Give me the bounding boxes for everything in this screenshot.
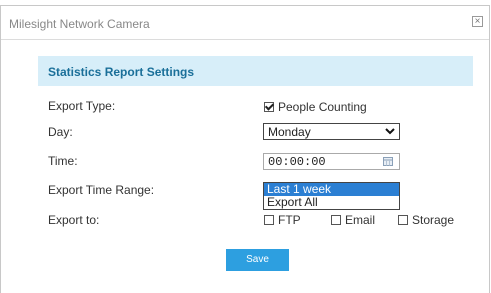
- email-checkbox[interactable]: [331, 215, 341, 225]
- export-time-range-listbox[interactable]: Last 1 week Export All: [263, 182, 400, 210]
- people-counting-option[interactable]: People Counting: [264, 100, 367, 114]
- day-value: Monday: [268, 125, 311, 139]
- export-email-option[interactable]: Email: [331, 213, 375, 227]
- export-ftp-option[interactable]: FTP: [264, 213, 301, 227]
- save-button[interactable]: Save: [226, 249, 289, 271]
- export-to-label: Export to:: [48, 213, 100, 227]
- window-title: Milesight Network Camera: [9, 17, 150, 31]
- calendar-icon[interactable]: [383, 157, 393, 166]
- section-title: Statistics Report Settings: [48, 65, 195, 79]
- day-select[interactable]: Monday: [263, 123, 400, 140]
- people-counting-checkbox[interactable]: [264, 102, 274, 112]
- section-header: Statistics Report Settings: [38, 56, 473, 86]
- export-time-range-label: Export Time Range:: [48, 183, 155, 197]
- ftp-checkbox[interactable]: [264, 215, 274, 225]
- storage-checkbox[interactable]: [398, 215, 408, 225]
- day-label: Day:: [48, 125, 73, 139]
- close-button[interactable]: ×: [472, 16, 483, 27]
- email-label: Email: [345, 213, 376, 227]
- title-bar: Milesight Network Camera ×: [1, 6, 489, 40]
- listbox-option-export-all[interactable]: Export All: [264, 196, 399, 209]
- storage-label: Storage: [412, 213, 455, 227]
- export-storage-option[interactable]: Storage: [398, 213, 454, 227]
- time-label: Time:: [48, 154, 78, 168]
- dialog: Milesight Network Camera × Statistics Re…: [0, 5, 490, 293]
- time-value: 00:00:00: [268, 155, 326, 169]
- time-input[interactable]: 00:00:00: [263, 153, 400, 170]
- export-type-label: Export Type:: [48, 99, 116, 113]
- people-counting-label: People Counting: [278, 100, 367, 114]
- chevron-down-icon: [385, 128, 395, 135]
- ftp-label: FTP: [278, 213, 301, 227]
- close-icon: ×: [474, 16, 481, 27]
